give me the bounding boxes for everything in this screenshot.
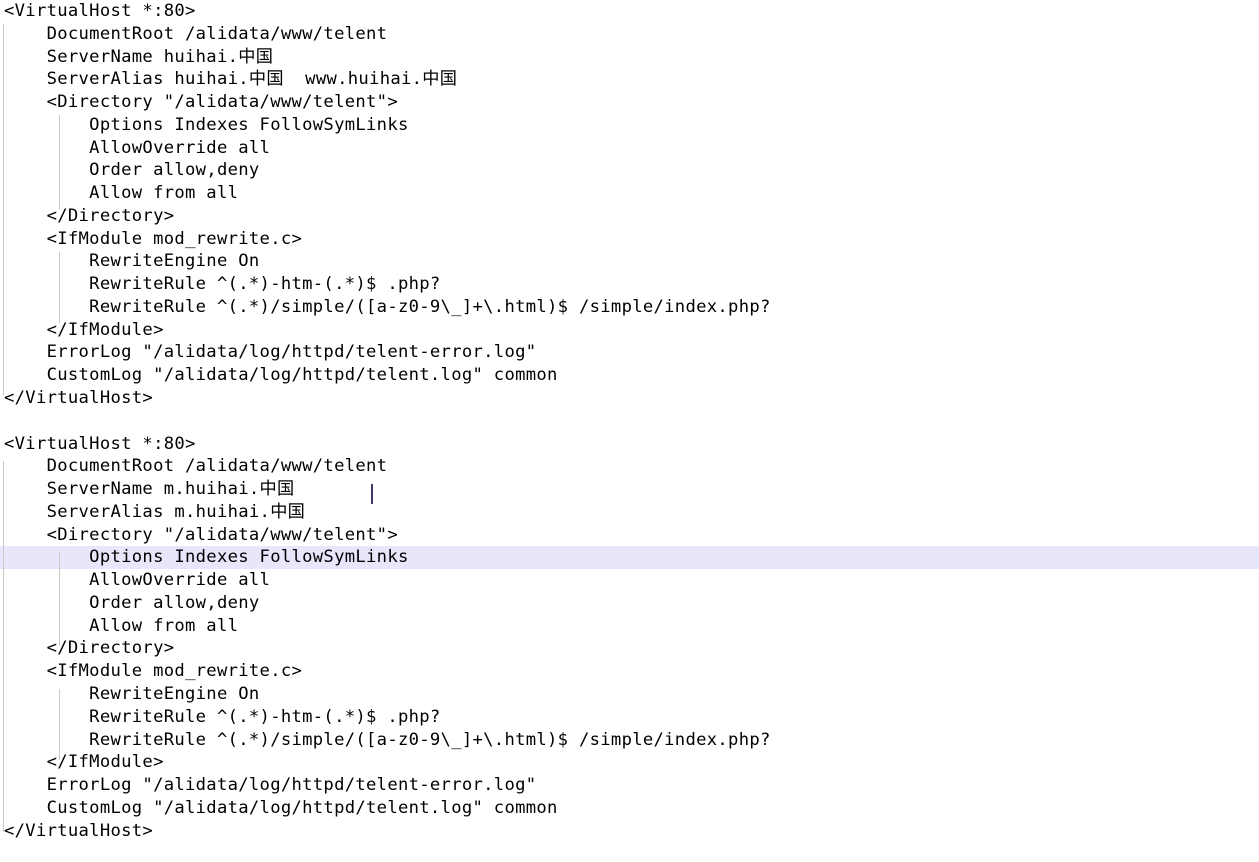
text-editor[interactable]: <VirtualHost *:80> DocumentRoot /alidata…: [0, 0, 1259, 862]
code-line-text: Options Indexes FollowSymLinks: [4, 547, 409, 568]
code-line-text: <IfModule mod_rewrite.c>: [4, 661, 303, 682]
code-line-text: DocumentRoot /alidata/www/telent: [4, 23, 388, 44]
code-line[interactable]: </VirtualHost>: [0, 387, 1259, 410]
code-line[interactable]: </VirtualHost>: [0, 820, 1259, 843]
code-line-text: RewriteRule ^(.*)-htm-(.*)$ .php?: [4, 706, 441, 727]
code-line[interactable]: RewriteRule ^(.*)/simple/([a-z0-9\_]+\.h…: [0, 729, 1259, 752]
code-line-text: ErrorLog "/alidata/log/httpd/telent-erro…: [4, 775, 537, 796]
code-line[interactable]: [0, 410, 1259, 433]
code-line-text: Allow from all: [4, 615, 239, 636]
code-line[interactable]: Allow from all: [0, 615, 1259, 638]
code-line-text: </Directory>: [4, 638, 175, 659]
code-line-text: </VirtualHost>: [4, 820, 154, 841]
code-line-text: </VirtualHost>: [4, 388, 154, 409]
code-line-text: CustomLog "/alidata/log/httpd/telent.log…: [4, 365, 558, 386]
code-line[interactable]: RewriteRule ^(.*)/simple/([a-z0-9\_]+\.h…: [0, 296, 1259, 319]
code-line[interactable]: <Directory "/alidata/www/telent">: [0, 524, 1259, 547]
code-line[interactable]: AllowOverride all: [0, 569, 1259, 592]
code-line-text: <Directory "/alidata/www/telent">: [4, 92, 398, 113]
code-line[interactable]: ErrorLog "/alidata/log/httpd/telent-erro…: [0, 774, 1259, 797]
code-line-text: <VirtualHost *:80>: [4, 1, 196, 21]
code-line[interactable]: Order allow,deny: [0, 159, 1259, 182]
code-area[interactable]: <VirtualHost *:80> DocumentRoot /alidata…: [0, 0, 1259, 862]
code-line-text: ServerAlias huihai.中国 www.huihai.中国: [4, 69, 458, 90]
code-line-text: <VirtualHost *:80>: [4, 433, 196, 454]
code-line[interactable]: ServerName m.huihai.中国: [0, 478, 1259, 501]
code-line-text: Allow from all: [4, 183, 239, 204]
code-line[interactable]: Options Indexes FollowSymLinks: [0, 114, 1259, 137]
code-line[interactable]: <VirtualHost *:80>: [0, 433, 1259, 456]
code-line[interactable]: ErrorLog "/alidata/log/httpd/telent-erro…: [0, 341, 1259, 364]
code-line[interactable]: CustomLog "/alidata/log/httpd/telent.log…: [0, 364, 1259, 387]
code-line-text: RewriteRule ^(.*)-htm-(.*)$ .php?: [4, 274, 441, 295]
code-line-text: RewriteRule ^(.*)/simple/([a-z0-9\_]+\.h…: [4, 729, 771, 750]
code-line-text: </IfModule>: [4, 319, 164, 340]
code-line[interactable]: ServerName huihai.中国: [0, 46, 1259, 69]
code-line-list[interactable]: <VirtualHost *:80> DocumentRoot /alidata…: [0, 0, 1259, 842]
code-line[interactable]: </Directory>: [0, 205, 1259, 228]
code-line[interactable]: <IfModule mod_rewrite.c>: [0, 660, 1259, 683]
code-line[interactable]: <VirtualHost *:80>: [0, 0, 1259, 23]
code-line-text: ServerName m.huihai.中国: [4, 479, 295, 500]
code-line[interactable]: Allow from all: [0, 182, 1259, 205]
code-line[interactable]: RewriteEngine On: [0, 250, 1259, 273]
code-line-text: DocumentRoot /alidata/www/telent: [4, 456, 388, 477]
code-line-text: CustomLog "/alidata/log/httpd/telent.log…: [4, 797, 558, 818]
code-line[interactable]: RewriteRule ^(.*)-htm-(.*)$ .php?: [0, 273, 1259, 296]
code-line[interactable]: </Directory>: [0, 637, 1259, 660]
code-line[interactable]: <Directory "/alidata/www/telent">: [0, 91, 1259, 114]
code-line[interactable]: RewriteRule ^(.*)-htm-(.*)$ .php?: [0, 706, 1259, 729]
code-line-text: RewriteRule ^(.*)/simple/([a-z0-9\_]+\.h…: [4, 296, 771, 317]
code-line[interactable]: DocumentRoot /alidata/www/telent: [0, 23, 1259, 46]
code-line[interactable]: CustomLog "/alidata/log/httpd/telent.log…: [0, 797, 1259, 820]
code-line-text: <IfModule mod_rewrite.c>: [4, 228, 303, 249]
code-line-text: ServerAlias m.huihai.中国: [4, 501, 306, 522]
code-line-text: AllowOverride all: [4, 137, 271, 158]
code-line[interactable]: AllowOverride all: [0, 137, 1259, 160]
code-line-text: Order allow,deny: [4, 160, 260, 181]
text-caret: [371, 484, 373, 504]
code-line[interactable]: Order allow,deny: [0, 592, 1259, 615]
code-line[interactable]: ServerAlias huihai.中国 www.huihai.中国: [0, 68, 1259, 91]
code-line-text: </Directory>: [4, 205, 175, 226]
code-line-text: RewriteEngine On: [4, 683, 260, 704]
code-line[interactable]: RewriteEngine On: [0, 683, 1259, 706]
code-line-text: Options Indexes FollowSymLinks: [4, 114, 409, 135]
code-line[interactable]: </IfModule>: [0, 751, 1259, 774]
code-line[interactable]: <IfModule mod_rewrite.c>: [0, 228, 1259, 251]
code-line[interactable]: DocumentRoot /alidata/www/telent: [0, 455, 1259, 478]
code-line[interactable]: Options Indexes FollowSymLinks: [0, 546, 1259, 570]
code-line-text: ServerName huihai.中国: [4, 46, 274, 67]
code-line-text: Order allow,deny: [4, 592, 260, 613]
code-line-text: RewriteEngine On: [4, 251, 260, 272]
code-line-text: ErrorLog "/alidata/log/httpd/telent-erro…: [4, 342, 537, 363]
code-line-text: AllowOverride all: [4, 570, 271, 591]
code-line[interactable]: ServerAlias m.huihai.中国: [0, 501, 1259, 524]
code-line-text: <Directory "/alidata/www/telent">: [4, 524, 398, 545]
code-line-text: </IfModule>: [4, 752, 164, 773]
code-line[interactable]: </IfModule>: [0, 319, 1259, 342]
